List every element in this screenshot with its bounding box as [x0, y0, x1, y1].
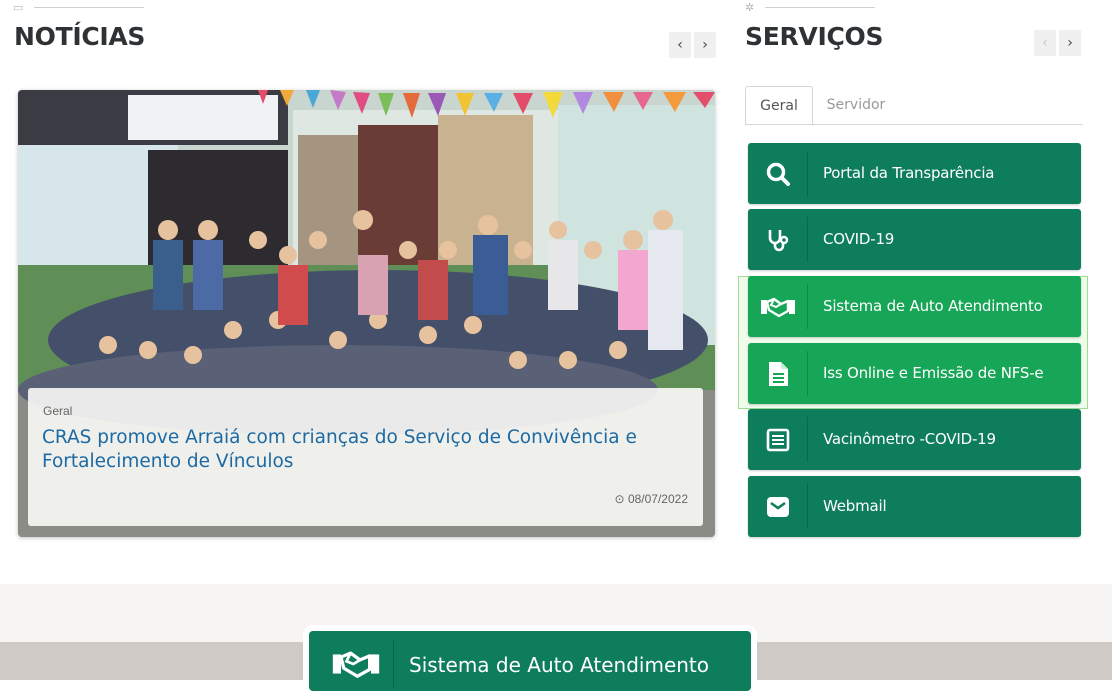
service-webmail[interactable]: Webmail — [748, 476, 1081, 537]
service-iss-online[interactable]: Iss Online e Emissão de NFS-e — [748, 343, 1081, 404]
search-icon — [748, 143, 807, 204]
section-divider — [34, 7, 144, 8]
divider — [807, 417, 808, 462]
news-section-title: NOTÍCIAS — [14, 22, 146, 51]
gear-icon: ✲ — [745, 2, 755, 14]
divider — [393, 639, 394, 689]
tab-servidor[interactable]: Servidor — [814, 86, 898, 124]
banner-auto-atendimento-button[interactable]: Sistema de Auto Atendimento — [309, 631, 751, 691]
news-carousel-controls: ‹ › — [669, 32, 716, 58]
chevron-left-icon: ‹ — [677, 37, 683, 53]
services-prev-button[interactable]: ‹ — [1034, 30, 1056, 56]
news-next-button[interactable]: › — [694, 32, 716, 58]
section-divider — [765, 7, 875, 8]
divider — [807, 484, 808, 529]
news-date-text: 08/07/2022 — [627, 492, 688, 506]
news-article-link[interactable]: CRAS promove Arraiá com crianças do Serv… — [42, 426, 642, 474]
envelope-icon — [748, 476, 807, 537]
newspaper-icon: ▭ — [13, 2, 24, 14]
chevron-left-icon: ‹ — [1042, 35, 1048, 51]
news-card[interactable]: Geral CRAS promove Arraiá com crianças d… — [18, 90, 715, 537]
stethoscope-icon — [748, 209, 807, 270]
chevron-right-icon: › — [702, 37, 708, 53]
news-caption: Geral CRAS promove Arraiá com crianças d… — [28, 388, 703, 526]
tab-geral[interactable]: Geral — [745, 86, 813, 126]
services-carousel-controls: ‹ › — [1034, 30, 1081, 56]
handshake-icon — [331, 649, 381, 684]
divider — [807, 351, 808, 396]
clock-icon: ⊙ — [614, 492, 625, 506]
divider — [807, 217, 808, 262]
news-category[interactable]: Geral — [43, 404, 72, 418]
chevron-right-icon: › — [1067, 35, 1073, 51]
service-covid-19[interactable]: COVID-19 — [748, 209, 1081, 270]
news-prev-button[interactable]: ‹ — [669, 32, 691, 58]
services-next-button[interactable]: › — [1059, 30, 1081, 56]
clipboard-icon — [748, 409, 807, 470]
service-label: COVID-19 — [823, 230, 895, 248]
service-sistema-auto-atendimento[interactable]: Sistema de Auto Atendimento — [748, 276, 1081, 337]
service-label: Iss Online e Emissão de NFS-e — [823, 364, 1044, 382]
divider — [807, 151, 808, 196]
document-icon — [748, 343, 807, 404]
service-label: Portal da Transparência — [823, 164, 995, 182]
service-label: Sistema de Auto Atendimento — [823, 297, 1043, 315]
service-vacinometro[interactable]: Vacinômetro -COVID-19 — [748, 409, 1081, 470]
divider — [807, 284, 808, 329]
services-section-title: SERVIÇOS — [745, 22, 884, 51]
banner-label: Sistema de Auto Atendimento — [409, 653, 710, 677]
service-label: Webmail — [823, 497, 887, 515]
tab-underline — [745, 124, 1083, 125]
news-date: ⊙ 08/07/2022 — [615, 492, 688, 506]
handshake-icon — [748, 276, 807, 337]
service-portal-transparencia[interactable]: Portal da Transparência — [748, 143, 1081, 204]
service-label: Vacinômetro -COVID-19 — [823, 430, 996, 448]
